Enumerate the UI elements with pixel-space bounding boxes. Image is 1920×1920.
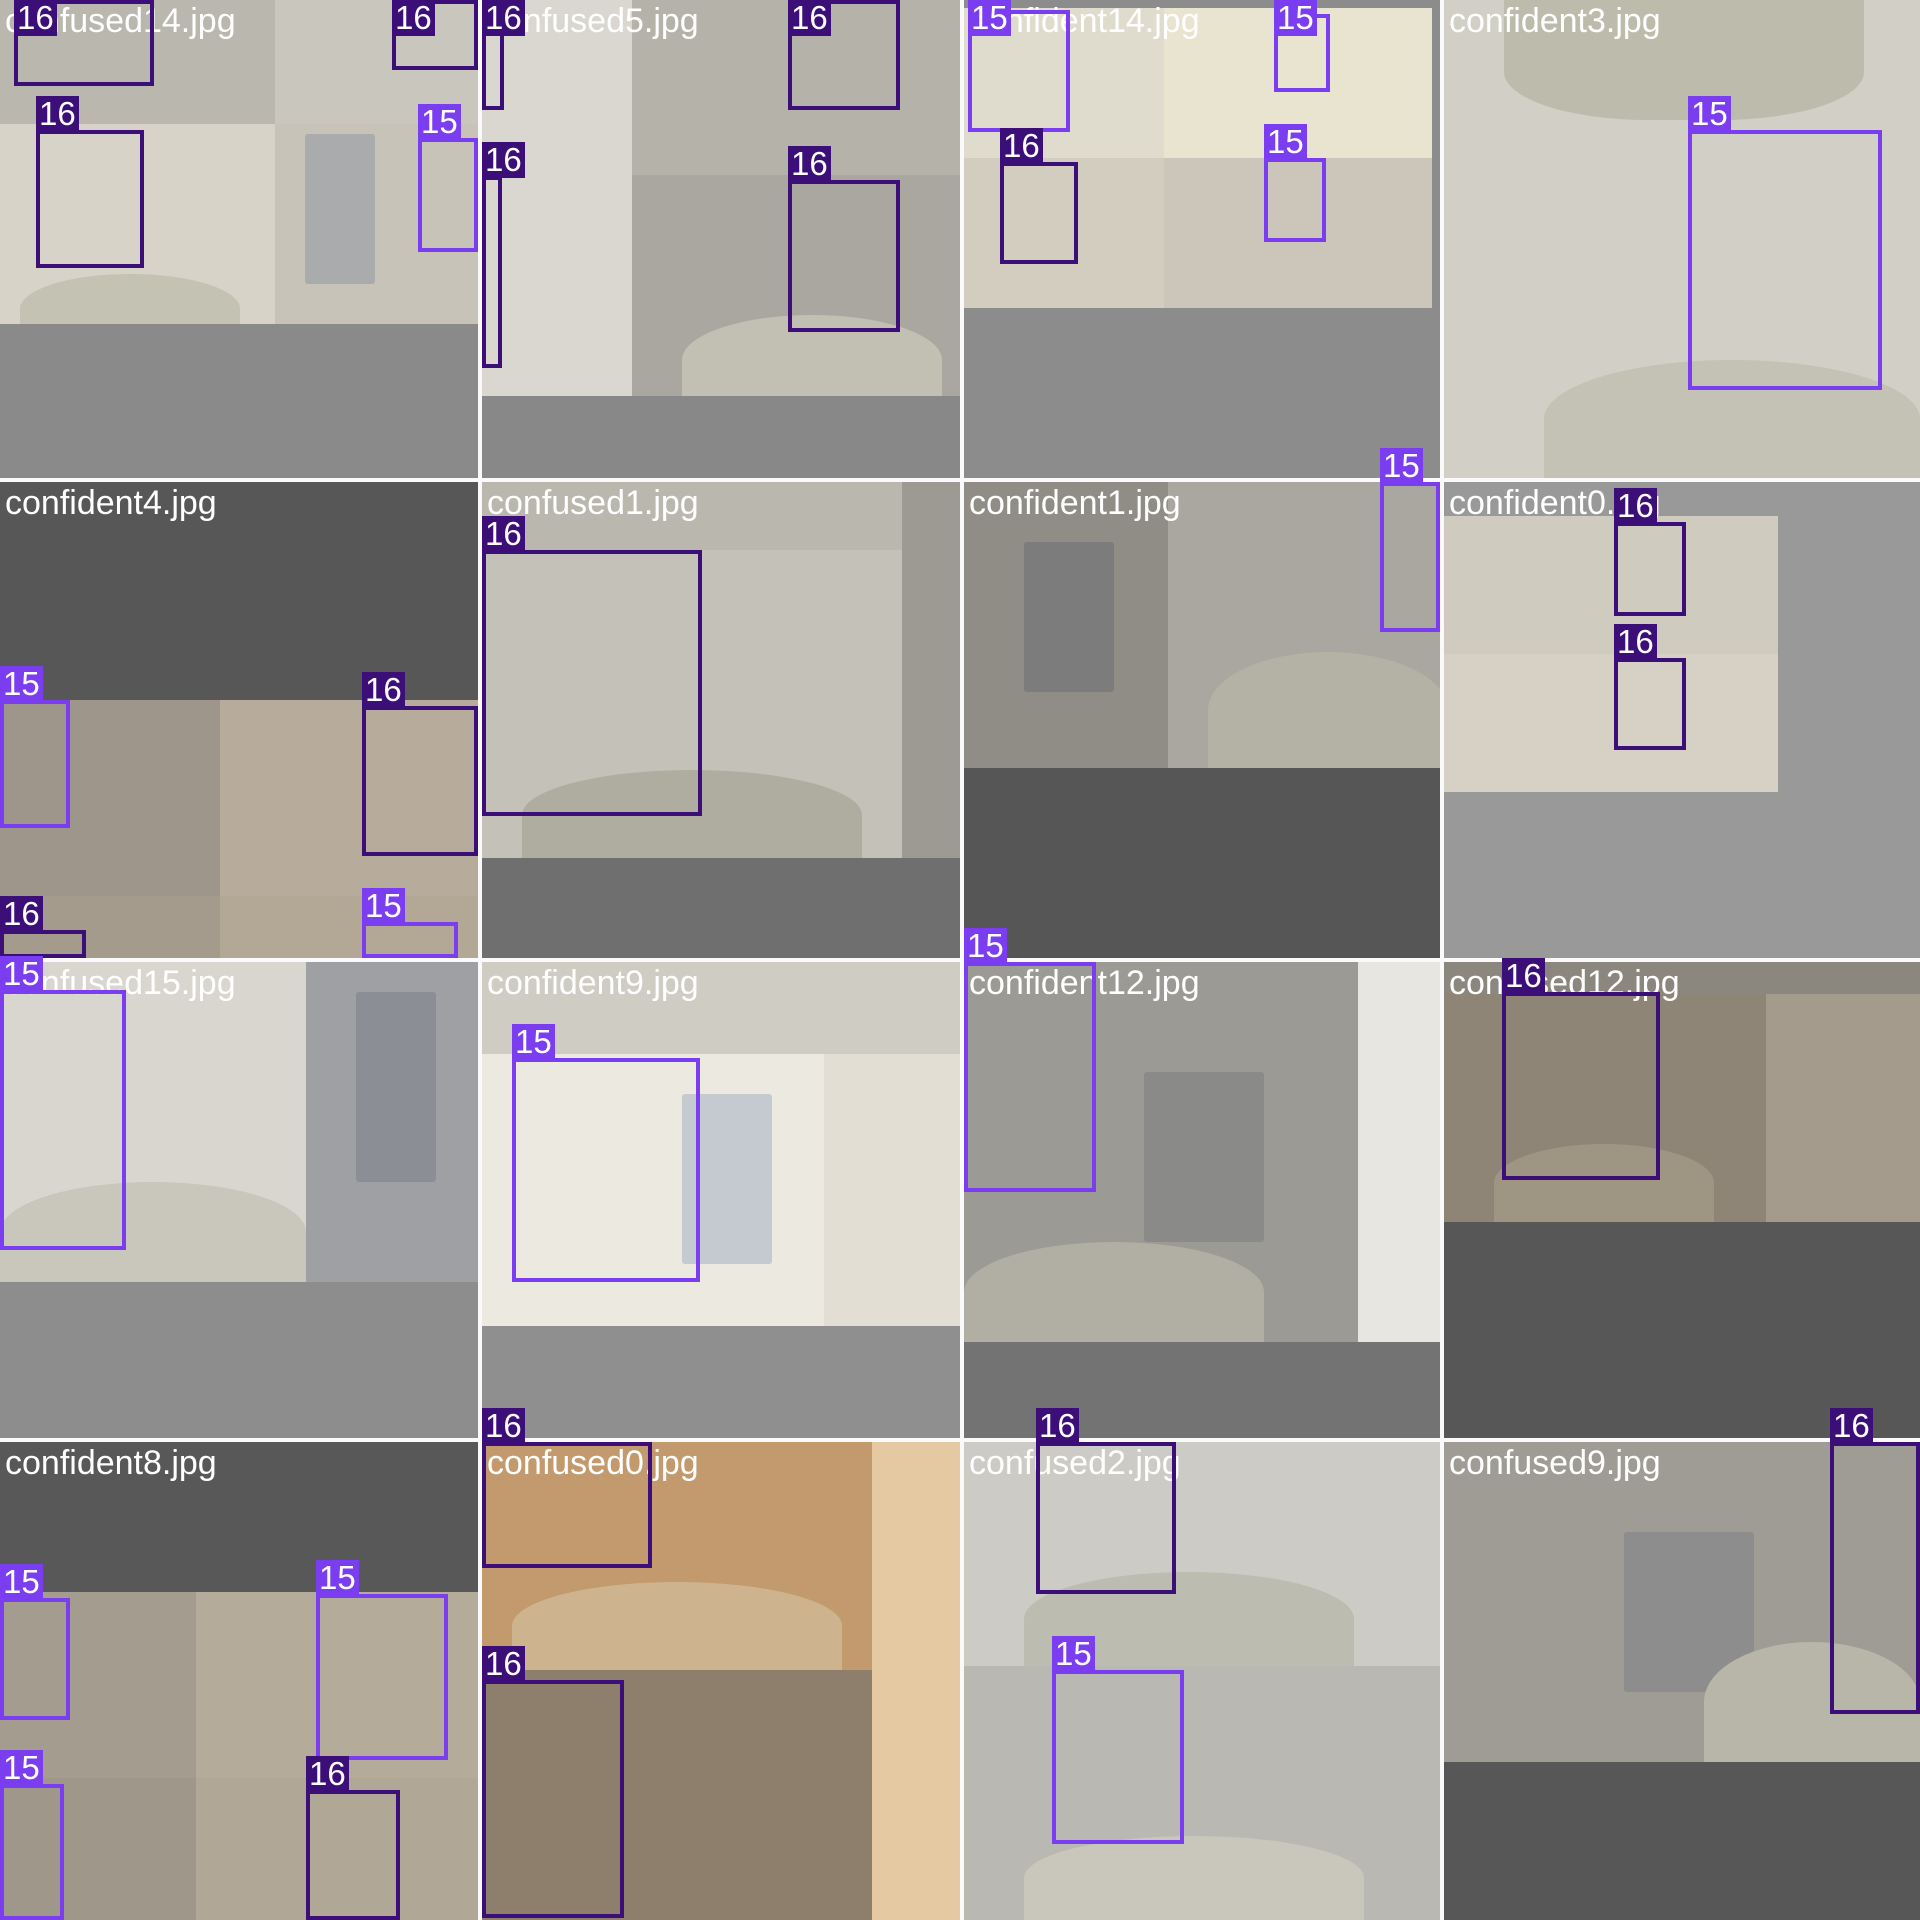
class-label-16: 16 <box>482 516 525 552</box>
face-bounding-box-16 <box>1614 522 1686 616</box>
class-label-16: 16 <box>36 96 79 132</box>
filename-label: confident1.jpg <box>969 484 1181 522</box>
face-bounding-box-15 <box>964 962 1096 1192</box>
face-bounding-box-16 <box>482 1680 624 1918</box>
class-label-16: 16 <box>1502 958 1545 994</box>
padding-fill <box>0 324 478 478</box>
class-label-16: 16 <box>392 0 435 36</box>
class-label-16: 16 <box>0 896 43 932</box>
shirt-shape <box>20 274 240 324</box>
class-label-15: 15 <box>968 0 1011 36</box>
augmented-batch-mosaic: confused14.jpg confused5.jpg confident14… <box>0 0 1920 1920</box>
face-bounding-box-15 <box>1052 1670 1184 1844</box>
class-label-16: 16 <box>788 0 831 36</box>
class-label-16: 16 <box>788 146 831 182</box>
class-label-15: 15 <box>1274 0 1317 36</box>
class-label-16: 16 <box>1000 128 1043 164</box>
face-bounding-box-15 <box>1264 158 1326 242</box>
shirt-shape <box>964 1242 1264 1342</box>
face-bounding-box-16 <box>1614 658 1686 750</box>
class-label-16: 16 <box>482 0 525 36</box>
class-label-15: 15 <box>418 104 461 140</box>
shirt-shape <box>512 1582 842 1670</box>
class-label-15: 15 <box>362 888 405 924</box>
class-label-15: 15 <box>0 956 43 992</box>
window-shape <box>1024 542 1114 692</box>
class-label-15: 15 <box>0 1564 43 1600</box>
photo-subimage <box>964 482 1168 768</box>
face-bounding-box-15 <box>0 700 70 828</box>
window-shape <box>356 992 436 1182</box>
photo-subimage <box>1444 516 1778 654</box>
face-bounding-box-15 <box>362 922 458 958</box>
face-bounding-box-15 <box>1380 482 1440 632</box>
class-label-15: 15 <box>1380 448 1423 484</box>
photo-subimage <box>964 1666 1440 1920</box>
photo-subimage <box>1766 994 1920 1222</box>
mosaic-tile: confident1.jpg <box>964 482 1440 958</box>
class-label-16: 16 <box>1614 488 1657 524</box>
photo-subimage <box>482 0 632 396</box>
face-bounding-box-16 <box>482 550 702 816</box>
filename-label: confident9.jpg <box>487 964 699 1002</box>
class-label-16: 16 <box>1614 624 1657 660</box>
face-bounding-box-16 <box>1502 992 1660 1180</box>
filename-label: confident4.jpg <box>5 484 217 522</box>
photo-subimage <box>872 1442 960 1920</box>
face-bounding-box-16 <box>788 180 900 332</box>
class-label-15: 15 <box>1052 1636 1095 1672</box>
class-label-15: 15 <box>0 666 43 702</box>
filename-label: confident3.jpg <box>1449 2 1661 40</box>
class-label-15: 15 <box>512 1024 555 1060</box>
class-label-16: 16 <box>14 0 57 36</box>
face-bounding-box-15 <box>418 138 478 252</box>
photo-subimage <box>1444 654 1778 792</box>
face-bounding-box-16 <box>306 1790 400 1920</box>
class-label-15: 15 <box>1688 96 1731 132</box>
face-bounding-box-16 <box>1036 1442 1176 1594</box>
class-label-16: 16 <box>482 142 525 178</box>
face-bounding-box-15 <box>0 1784 64 1920</box>
class-label-16: 16 <box>482 1646 525 1682</box>
face-bounding-box-15 <box>512 1058 700 1282</box>
photo-subimage <box>902 482 960 858</box>
face-bounding-box-16 <box>1000 162 1078 264</box>
shirt-shape <box>1024 1836 1364 1920</box>
class-label-15: 15 <box>0 1750 43 1786</box>
filename-label: confused9.jpg <box>1449 1444 1661 1482</box>
class-label-16: 16 <box>482 1408 525 1444</box>
shirt-shape <box>1208 652 1440 768</box>
class-label-16: 16 <box>306 1756 349 1792</box>
window-shape <box>1144 1072 1264 1242</box>
class-label-16: 16 <box>1036 1408 1079 1444</box>
face-bounding-box-16 <box>1830 1442 1920 1714</box>
window-shape <box>305 134 375 284</box>
padding-fill <box>482 396 960 478</box>
face-bounding-box-15 <box>1688 130 1882 390</box>
face-bounding-box-16 <box>0 930 86 958</box>
filename-label: confident8.jpg <box>5 1444 217 1482</box>
window-shape <box>1358 962 1440 1342</box>
face-bounding-box-16 <box>482 176 502 368</box>
photo-subimage <box>824 1054 960 1326</box>
class-label-15: 15 <box>964 928 1007 964</box>
class-label-15: 15 <box>1264 124 1307 160</box>
padding-fill <box>964 308 1440 478</box>
photo-subimage <box>306 962 478 1282</box>
class-label-16: 16 <box>362 672 405 708</box>
class-label-15: 15 <box>316 1560 359 1596</box>
face-bounding-box-15 <box>316 1594 448 1760</box>
face-bounding-box-16 <box>482 1442 652 1568</box>
face-bounding-box-15 <box>0 1598 70 1720</box>
face-bounding-box-16 <box>362 706 478 856</box>
face-bounding-box-16 <box>36 130 144 268</box>
face-bounding-box-15 <box>0 990 126 1250</box>
class-label-16: 16 <box>1830 1408 1873 1444</box>
